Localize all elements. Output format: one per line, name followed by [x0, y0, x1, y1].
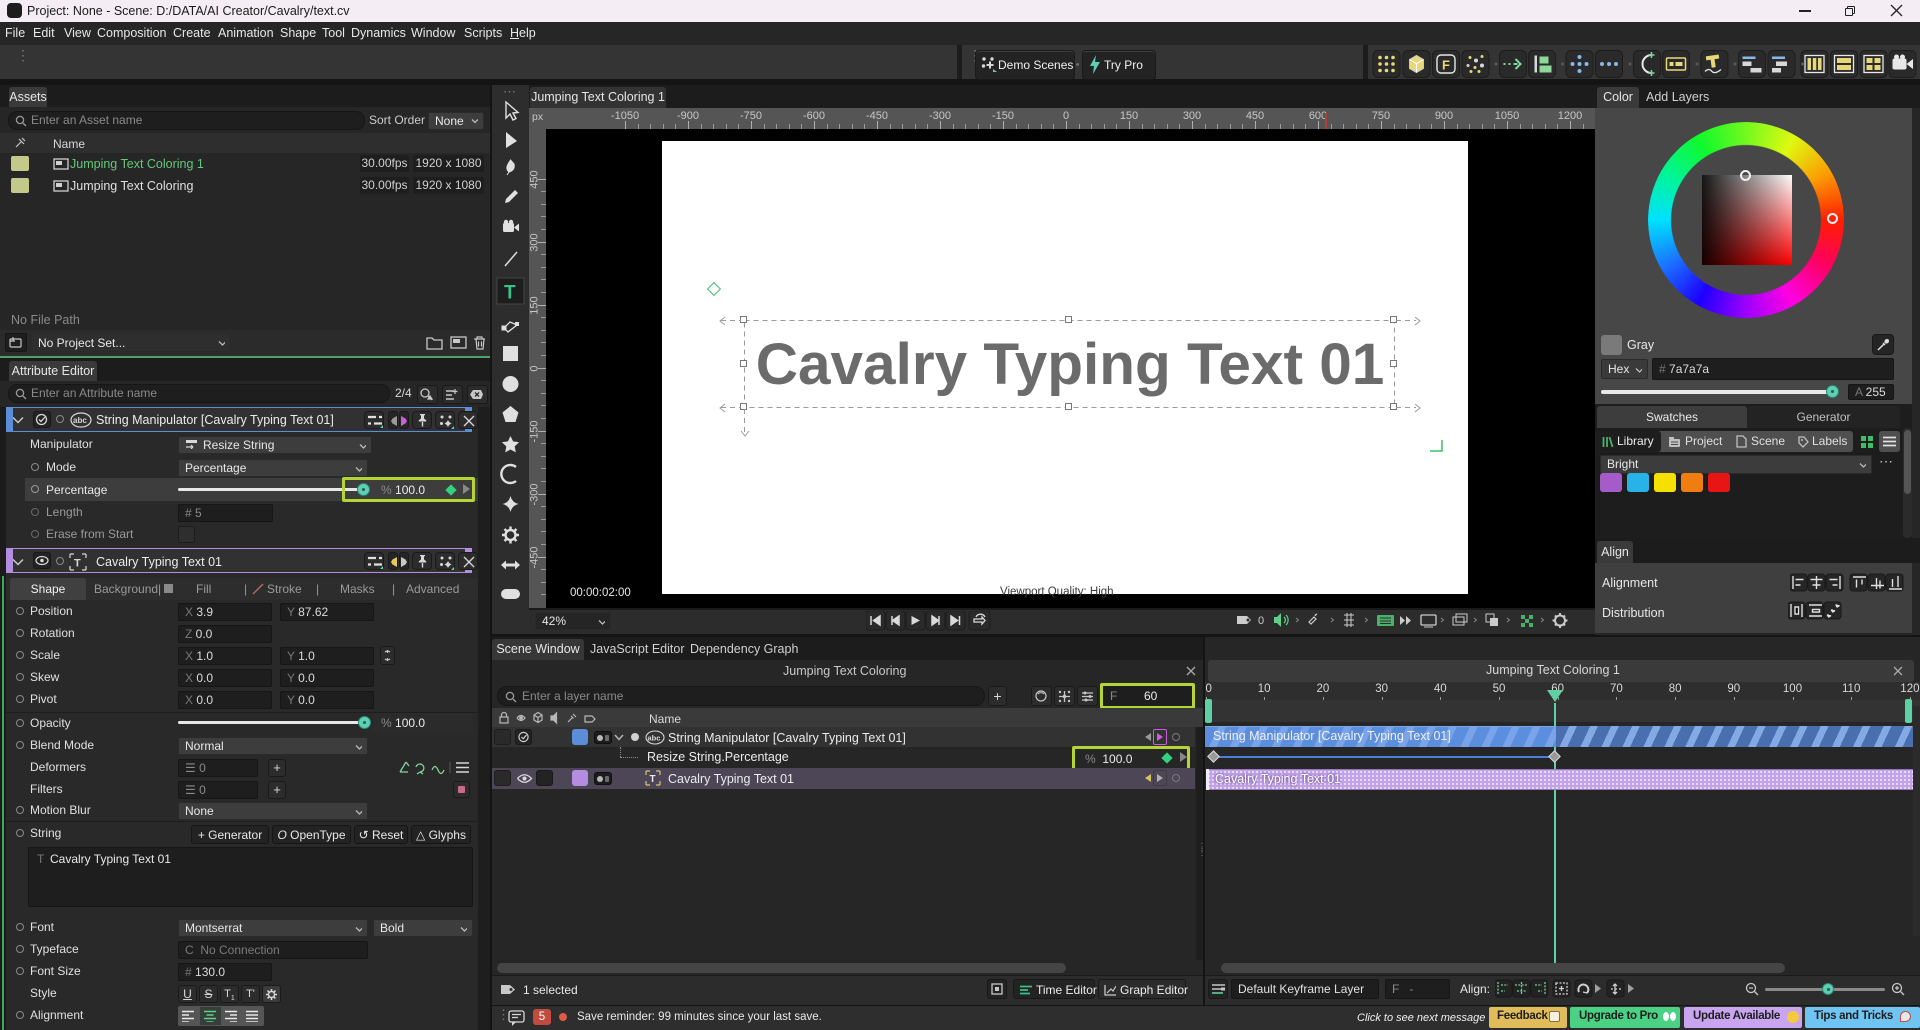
- svg-text:T: T: [504, 283, 516, 304]
- svg-text:0: 0: [1258, 615, 1264, 627]
- svg-text:abc: abc: [648, 734, 661, 743]
- svg-text:F: F: [1442, 58, 1450, 73]
- svg-text:T: T: [650, 774, 656, 785]
- svg-text:T: T: [74, 558, 81, 570]
- svg-text:abc: abc: [73, 416, 87, 425]
